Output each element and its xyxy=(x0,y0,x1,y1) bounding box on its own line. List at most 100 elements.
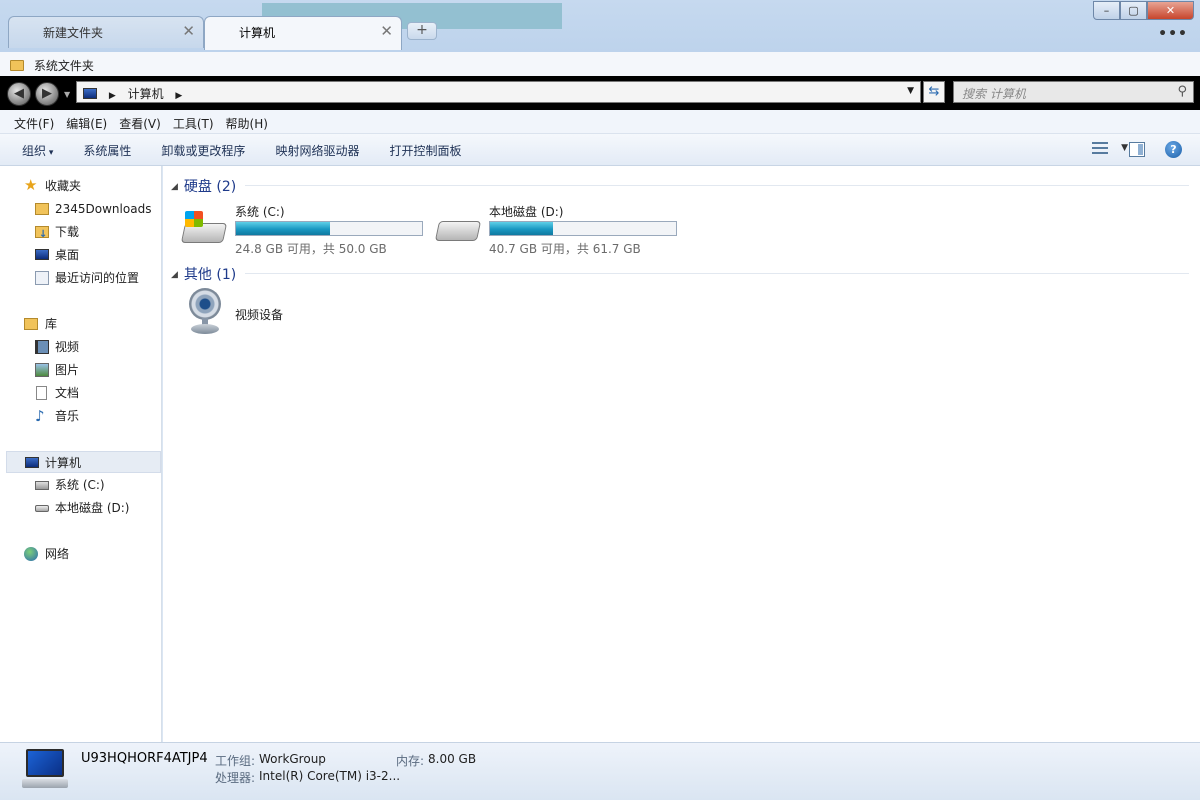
breadcrumb-computer[interactable]: 计算机 xyxy=(128,87,164,101)
group-header-other[interactable]: ◢ 其他 (1) xyxy=(171,264,236,284)
nav-libraries-label: 库 xyxy=(45,317,58,331)
change-view-icon[interactable] xyxy=(1092,142,1108,157)
menu-tools[interactable]: 工具(T) xyxy=(173,115,214,133)
menu-help[interactable]: 帮助(H) xyxy=(226,115,268,133)
nav-libraries[interactable]: 库 xyxy=(0,313,160,335)
menu-file[interactable]: 文件(F) xyxy=(14,115,54,133)
group-title: 其他 xyxy=(183,267,212,283)
downloads-folder-icon xyxy=(35,224,49,246)
tab-close-icon[interactable]: ✕ xyxy=(182,22,195,40)
preview-pane-icon[interactable] xyxy=(1129,142,1145,157)
uninstall-program-button[interactable]: 卸载或更改程序 xyxy=(161,142,245,165)
webcam-icon[interactable] xyxy=(187,288,223,338)
refresh-button[interactable]: ⇆ xyxy=(923,81,945,103)
forward-button[interactable]: ▶ xyxy=(35,82,59,106)
search-icon[interactable]: ⚲ xyxy=(1177,84,1187,99)
computer-icon xyxy=(25,457,39,468)
nav-item-label: 音乐 xyxy=(55,409,80,423)
nav-item-desktop[interactable]: 桌面 xyxy=(0,244,160,266)
tab-new-folder[interactable]: 新建文件夹 ✕ xyxy=(8,16,204,48)
command-bar: 组织 系统属性 卸载或更改程序 映射网络驱动器 打开控制面板 ▼ ? xyxy=(0,134,1200,166)
collapse-triangle-icon[interactable]: ◢ xyxy=(171,270,178,280)
address-dropdown-icon[interactable]: ▼ xyxy=(907,86,914,96)
group-divider xyxy=(245,185,1189,186)
network-icon xyxy=(24,547,38,561)
address-bar[interactable]: ▶ 计算机 ▶ ▼ xyxy=(76,81,921,103)
menu-view[interactable]: 查看(V) xyxy=(119,115,161,133)
drive-name: 本地磁盘 (D:) xyxy=(489,205,564,219)
search-placeholder: 搜索 计算机 xyxy=(962,87,1026,101)
nav-item-label: 视频 xyxy=(55,340,80,354)
map-network-drive-button[interactable]: 映射网络驱动器 xyxy=(275,142,359,165)
nav-item-drive-d[interactable]: 本地磁盘 (D:) xyxy=(0,497,160,519)
computer-name: U93HQHORF4ATJP4 xyxy=(81,751,208,766)
nav-item-drive-c[interactable]: 系统 (C:) xyxy=(0,474,160,496)
nav-network-label: 网络 xyxy=(45,547,70,561)
open-control-panel-button[interactable]: 打开控制面板 xyxy=(389,142,461,165)
nav-item-pictures[interactable]: 图片 xyxy=(0,359,160,381)
system-properties-button[interactable]: 系统属性 xyxy=(83,142,131,165)
device-label[interactable]: 视频设备 xyxy=(235,306,283,323)
breadcrumb-separator-icon[interactable]: ▶ xyxy=(109,91,116,101)
window-controls: – ▢ ✕ xyxy=(1093,1,1194,20)
content-pane: ◢ 硬盘 (2) 系统 (C:) 24.8 GB 可用，共 50.0 GB 本地磁… xyxy=(163,166,1200,742)
nav-computer-label: 计算机 xyxy=(45,456,82,470)
video-library-icon xyxy=(35,340,49,354)
minimize-button[interactable]: – xyxy=(1093,1,1120,20)
maximize-button[interactable]: ▢ xyxy=(1120,1,1147,20)
breadcrumb-separator-icon[interactable]: ▶ xyxy=(175,91,182,101)
computer-monitor-icon xyxy=(22,749,68,789)
nav-network[interactable]: 网络 xyxy=(0,543,160,565)
search-input[interactable]: 搜索 计算机 ⚲ xyxy=(953,81,1194,103)
navigation-pane: ★ 收藏夹 2345Downloads 下载 桌面 最近访问的位置 库 视频 图… xyxy=(0,166,162,742)
folder-icon xyxy=(10,60,24,71)
nav-item-recent-places[interactable]: 最近访问的位置 xyxy=(0,267,160,289)
drive-item-d[interactable]: 本地磁盘 (D:) 40.7 GB 可用，共 61.7 GB xyxy=(434,203,677,256)
workgroup-label: 工作组: xyxy=(215,754,256,768)
nav-item-videos[interactable]: 视频 xyxy=(0,336,160,358)
documents-library-icon xyxy=(36,386,47,400)
tab-label: 计算机 xyxy=(239,26,276,40)
nav-favorites[interactable]: ★ 收藏夹 xyxy=(0,175,160,197)
nav-item-label: 本地磁盘 (D:) xyxy=(55,501,130,515)
system-drive-icon xyxy=(180,211,228,247)
tab-computer[interactable]: 计算机 ✕ xyxy=(204,16,402,50)
drive-item-c[interactable]: 系统 (C:) 24.8 GB 可用，共 50.0 GB xyxy=(180,203,423,256)
nav-item-2345downloads[interactable]: 2345Downloads xyxy=(0,198,160,220)
recent-pages-dropdown-icon[interactable]: ▼ xyxy=(64,90,70,99)
drive-name: 系统 (C:) xyxy=(235,205,285,219)
collapse-triangle-icon[interactable]: ◢ xyxy=(171,182,178,192)
star-icon: ★ xyxy=(24,176,38,194)
nav-item-label: 系统 (C:) xyxy=(55,478,105,492)
nav-item-downloads[interactable]: 下载 xyxy=(0,221,160,246)
nav-item-documents[interactable]: 文档 xyxy=(0,382,160,404)
nav-item-label: 文档 xyxy=(55,386,80,400)
system-drive-icon xyxy=(35,481,49,490)
group-count: (1) xyxy=(216,267,237,283)
more-options-icon[interactable]: ••• xyxy=(1158,26,1188,42)
help-icon[interactable]: ? xyxy=(1165,141,1182,158)
nav-computer[interactable]: 计算机 xyxy=(6,451,161,473)
tab-close-icon[interactable]: ✕ xyxy=(380,22,393,40)
processor-value: Intel(R) Core(TM) i3-2... xyxy=(259,769,401,783)
group-header-hdd[interactable]: ◢ 硬盘 (2) xyxy=(171,176,236,196)
organize-button[interactable]: 组织 xyxy=(22,142,53,165)
processor-label: 处理器: xyxy=(215,771,256,785)
tab-label: 新建文件夹 xyxy=(43,26,104,40)
hard-drive-icon xyxy=(434,213,482,247)
nav-item-label: 最近访问的位置 xyxy=(55,271,140,285)
nav-item-music[interactable]: ♪ 音乐 xyxy=(0,405,160,427)
group-title: 硬盘 xyxy=(183,179,212,195)
close-button[interactable]: ✕ xyxy=(1147,1,1194,20)
music-note-icon: ♪ xyxy=(35,407,45,425)
drive-free-space: 40.7 GB 可用，共 61.7 GB xyxy=(489,242,641,256)
menu-edit[interactable]: 编辑(E) xyxy=(66,115,107,133)
view-dropdown-icon[interactable]: ▼ xyxy=(1121,143,1128,153)
back-button[interactable]: ◀ xyxy=(7,82,31,106)
pictures-library-icon xyxy=(35,363,49,377)
new-tab-button[interactable]: + xyxy=(407,22,437,40)
workgroup-value: WorkGroup xyxy=(259,752,326,766)
nav-item-label: 下载 xyxy=(55,225,80,239)
desktop-icon xyxy=(35,249,49,260)
folder-icon xyxy=(35,203,49,215)
